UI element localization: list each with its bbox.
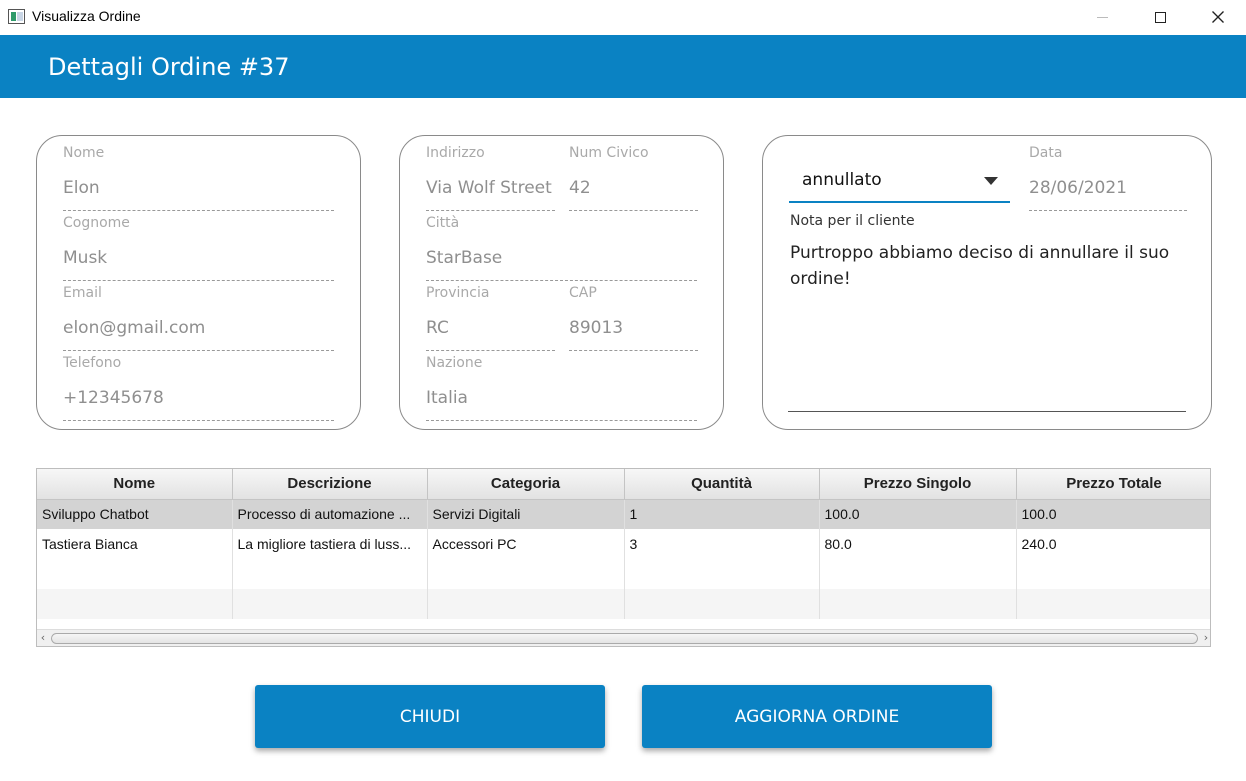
phone-label: Telefono bbox=[63, 355, 122, 371]
street-value: Via Wolf Street bbox=[426, 178, 552, 198]
column-header[interactable]: Descrizione bbox=[232, 469, 428, 500]
address-card: Indirizzo Via Wolf Street Num Civico 42 … bbox=[399, 135, 724, 430]
note-textarea[interactable]: Purtroppo abbiamo deciso di annullare il… bbox=[790, 240, 1190, 292]
surname-label: Cognome bbox=[63, 215, 130, 231]
close-icon bbox=[1212, 11, 1224, 23]
street-underline bbox=[426, 210, 555, 211]
surname-value: Musk bbox=[63, 248, 108, 268]
table-cell: 1 bbox=[624, 499, 820, 529]
province-value: RC bbox=[426, 318, 449, 338]
name-label: Nome bbox=[63, 145, 105, 161]
table-cell: Tastiera Bianca bbox=[37, 529, 233, 559]
note-underline bbox=[788, 411, 1186, 412]
page-header: Dettagli Ordine #37 bbox=[0, 35, 1246, 98]
phone-value: +12345678 bbox=[63, 388, 164, 408]
email-underline bbox=[63, 350, 334, 351]
close-button[interactable]: CHIUDI bbox=[255, 685, 605, 748]
date-label: Data bbox=[1029, 145, 1063, 161]
status-combobox[interactable]: annullato bbox=[789, 166, 1010, 203]
date-underline bbox=[1029, 210, 1187, 211]
table-cell: 80.0 bbox=[819, 529, 1017, 559]
street-label: Indirizzo bbox=[426, 145, 485, 161]
cap-label: CAP bbox=[569, 285, 597, 301]
city-label: Città bbox=[426, 215, 460, 231]
city-underline bbox=[426, 280, 697, 281]
city-value: StarBase bbox=[426, 248, 503, 268]
country-label: Nazione bbox=[426, 355, 483, 371]
column-header[interactable]: Quantità bbox=[624, 469, 820, 500]
update-order-button[interactable]: AGGIORNA ORDINE bbox=[642, 685, 992, 748]
scroll-thumb[interactable] bbox=[51, 633, 1198, 644]
name-underline bbox=[63, 210, 334, 211]
horizontal-scrollbar[interactable]: ‹ › bbox=[37, 629, 1210, 646]
minimize-icon bbox=[1096, 16, 1108, 18]
table-cell: Processo di automazione ... bbox=[232, 499, 428, 529]
scroll-left-icon[interactable]: ‹ bbox=[37, 631, 49, 645]
column-header[interactable]: Prezzo Totale bbox=[1016, 469, 1210, 500]
app-window-icon bbox=[8, 9, 25, 24]
country-underline bbox=[426, 420, 697, 421]
table-cell: 240.0 bbox=[1016, 529, 1210, 559]
name-value: Elon bbox=[63, 178, 100, 198]
window-title: Visualizza Ordine bbox=[32, 8, 141, 24]
order-status-card: annullato Data 28/06/2021 Nota per il cl… bbox=[762, 135, 1212, 430]
table-cell: La migliore tastiera di luss... bbox=[232, 529, 428, 559]
province-underline bbox=[426, 350, 555, 351]
table-cell: Accessori PC bbox=[427, 529, 625, 559]
empty-table-row bbox=[37, 589, 1210, 619]
note-label: Nota per il cliente bbox=[790, 213, 915, 229]
country-value: Italia bbox=[426, 388, 468, 408]
table-cell: Sviluppo Chatbot bbox=[37, 499, 233, 529]
column-header[interactable]: Prezzo Singolo bbox=[819, 469, 1017, 500]
scroll-right-icon[interactable]: › bbox=[1200, 631, 1210, 645]
civic-number-label: Num Civico bbox=[569, 145, 649, 161]
email-label: Email bbox=[63, 285, 102, 301]
cap-underline bbox=[569, 350, 698, 351]
table-row[interactable]: Sviluppo Chatbot Processo di automazione… bbox=[37, 499, 1210, 529]
column-header[interactable]: Categoria bbox=[427, 469, 625, 500]
maximize-button[interactable] bbox=[1137, 0, 1183, 34]
maximize-icon bbox=[1154, 11, 1166, 23]
products-table: Nome Descrizione Categoria Quantità Prez… bbox=[36, 468, 1211, 647]
close-window-button[interactable] bbox=[1195, 0, 1241, 34]
empty-table-row bbox=[37, 559, 1210, 589]
table-cell: Servizi Digitali bbox=[427, 499, 625, 529]
surname-underline bbox=[63, 280, 334, 281]
phone-underline bbox=[63, 420, 334, 421]
chevron-down-icon bbox=[984, 177, 998, 185]
civic-number-underline bbox=[569, 210, 698, 211]
date-value: 28/06/2021 bbox=[1029, 178, 1127, 198]
column-header[interactable]: Nome bbox=[37, 469, 233, 500]
email-value: elon@gmail.com bbox=[63, 318, 206, 338]
status-value: annullato bbox=[802, 170, 882, 190]
cap-value: 89013 bbox=[569, 318, 624, 338]
customer-card: Nome Elon Cognome Musk Email elon@gmail.… bbox=[36, 135, 361, 430]
table-cell: 100.0 bbox=[819, 499, 1017, 529]
civic-number-value: 42 bbox=[569, 178, 591, 198]
window-titlebar: Visualizza Ordine bbox=[0, 0, 1246, 34]
page-title: Dettagli Ordine #37 bbox=[48, 53, 290, 81]
table-cell: 100.0 bbox=[1016, 499, 1210, 529]
minimize-button[interactable] bbox=[1079, 0, 1125, 34]
table-header-row: Nome Descrizione Categoria Quantità Prez… bbox=[37, 469, 1210, 500]
province-label: Provincia bbox=[426, 285, 490, 301]
table-row[interactable]: Tastiera Bianca La migliore tastiera di … bbox=[37, 529, 1210, 559]
table-cell: 3 bbox=[624, 529, 820, 559]
